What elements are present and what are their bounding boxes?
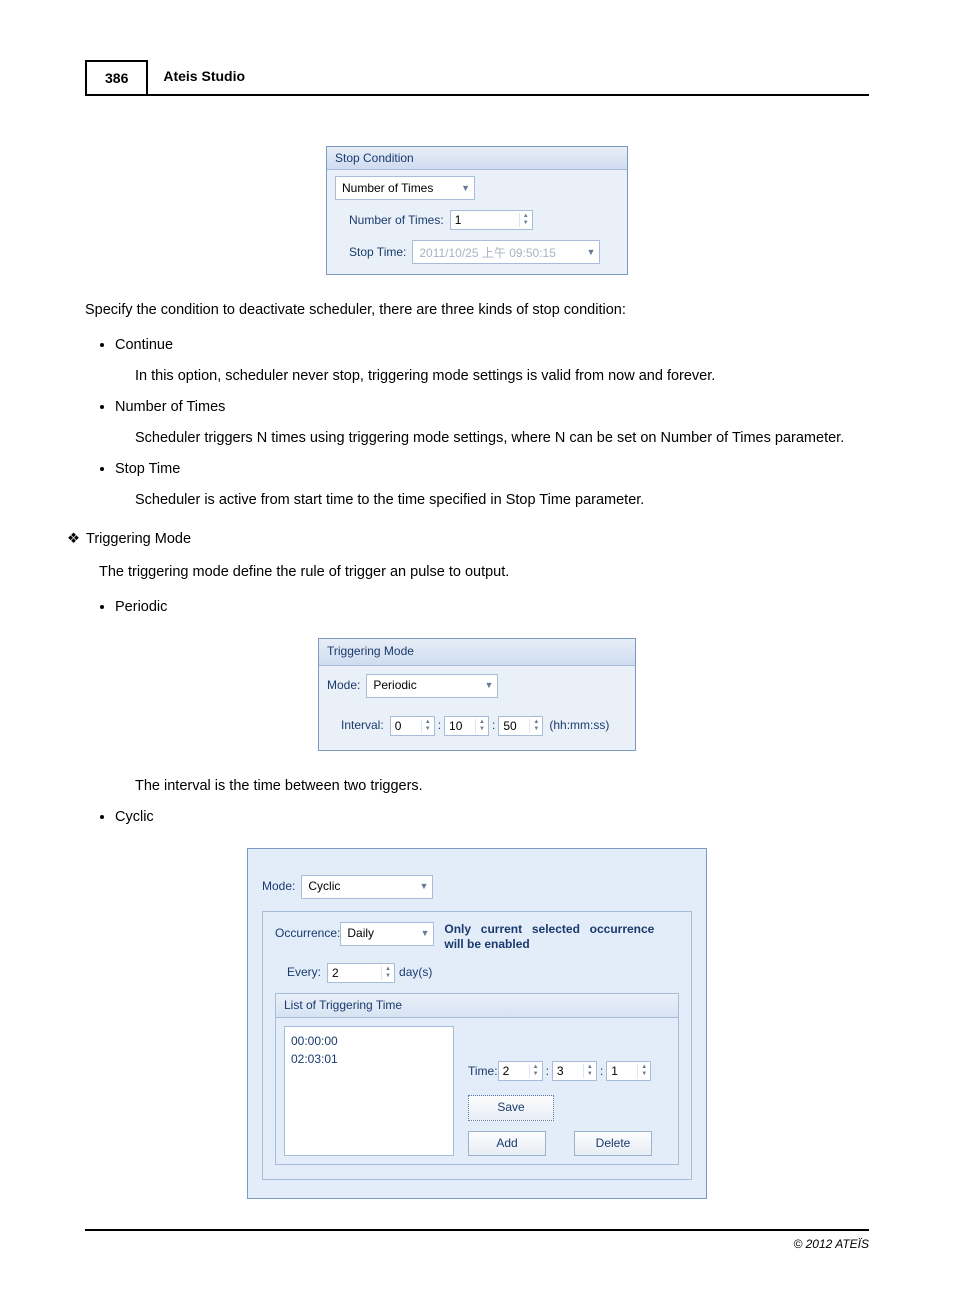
continue-desc: In this option, scheduler never stop, tr… [135, 366, 869, 387]
page-number: 386 [85, 60, 148, 94]
chevron-down-icon: ▼ [461, 183, 470, 193]
num-times-input[interactable] [451, 211, 519, 229]
stop-condition-dropdown[interactable]: Number of Times ▼ [335, 176, 475, 200]
interval-mm-spinner[interactable]: ▲▼ [444, 716, 489, 736]
list-title: List of Triggering Time [276, 994, 678, 1018]
time-label: Time: [468, 1063, 498, 1080]
dropdown-value: Number of Times [342, 181, 433, 195]
colon-separator: : [492, 717, 495, 734]
occurrence-note: Only current selected occurrence will be… [444, 922, 654, 953]
interval-unit: (hh:mm:ss) [549, 717, 609, 734]
numtimes-heading: Number of Times [115, 399, 225, 415]
every-label: Every: [287, 964, 321, 981]
cyclic-heading: Cyclic [115, 809, 154, 825]
stop-time-dropdown: 2011/10/25 上午 09:50:15 ▼ [412, 240, 600, 264]
triggering-mode-desc: The triggering mode define the rule of t… [99, 562, 869, 583]
interval-ss-input[interactable] [499, 717, 529, 735]
every-unit: day(s) [399, 964, 432, 981]
interval-hh-input[interactable] [391, 717, 421, 735]
spinner-buttons-icon[interactable]: ▲▼ [529, 1064, 542, 1078]
colon-separator: : [438, 717, 441, 734]
triggering-time-list[interactable]: 00:00:00 02:03:01 [284, 1026, 454, 1156]
every-spinner[interactable]: ▲▼ [327, 963, 395, 983]
mode-label: Mode: [327, 677, 360, 694]
chevron-down-icon: ▼ [419, 880, 428, 893]
cyclic-panel: Mode: Cyclic ▼ Occurrence: Daily ▼ [247, 848, 707, 1200]
diamond-icon: ❖ [67, 529, 80, 550]
spinner-buttons-icon[interactable]: ▲▼ [381, 966, 394, 980]
mode-value: Cyclic [308, 878, 340, 895]
panel-title: Stop Condition [327, 147, 627, 170]
numtimes-desc: Scheduler triggers N times using trigger… [135, 428, 869, 449]
interval-label: Interval: [341, 717, 384, 734]
spinner-buttons-icon[interactable]: ▲▼ [475, 719, 488, 733]
colon-separator: : [600, 1063, 603, 1080]
cyclic-mode-dropdown[interactable]: Cyclic ▼ [301, 875, 433, 899]
occurrence-value: Daily [347, 925, 374, 942]
occurrence-label: Occurrence: [275, 925, 340, 942]
spinner-buttons-icon[interactable]: ▲▼ [519, 213, 532, 227]
continue-heading: Continue [115, 337, 173, 353]
time-h-input[interactable] [499, 1062, 529, 1080]
page-footer: © 2012 ATEÏS [85, 1229, 869, 1251]
periodic-heading: Periodic [115, 599, 167, 615]
panel-title: Triggering Mode [319, 639, 635, 665]
time-s-input[interactable] [607, 1062, 637, 1080]
add-button[interactable]: Add [468, 1131, 546, 1156]
stop-condition-panel: Stop Condition Number of Times ▼ Number … [326, 146, 628, 275]
mode-dropdown[interactable]: Periodic ▼ [366, 674, 498, 698]
save-button[interactable]: Save [468, 1095, 554, 1120]
interval-hh-spinner[interactable]: ▲▼ [390, 716, 435, 736]
delete-button[interactable]: Delete [574, 1131, 652, 1156]
triggering-mode-panel: Triggering Mode Mode: Periodic ▼ Interva… [318, 638, 636, 750]
stop-time-value: 2011/10/25 上午 09:50:15 [419, 244, 556, 261]
chevron-down-icon: ▼ [586, 247, 595, 257]
mode-value: Periodic [373, 677, 416, 694]
stop-time-label: Stop Time: [349, 245, 406, 259]
every-input[interactable] [328, 964, 381, 982]
stoptime-desc: Scheduler is active from start time to t… [135, 490, 869, 511]
time-m-input[interactable] [553, 1062, 583, 1080]
list-item[interactable]: 02:03:01 [291, 1051, 447, 1068]
occurrence-dropdown[interactable]: Daily ▼ [340, 922, 434, 946]
interval-mm-input[interactable] [445, 717, 475, 735]
num-times-spinner[interactable]: ▲▼ [450, 210, 533, 230]
colon-separator: : [546, 1063, 549, 1080]
page-header: 386 Ateis Studio [85, 60, 869, 96]
spinner-buttons-icon[interactable]: ▲▼ [529, 719, 542, 733]
mode-label: Mode: [262, 878, 295, 895]
chevron-down-icon: ▼ [420, 927, 429, 940]
interval-ss-spinner[interactable]: ▲▼ [498, 716, 543, 736]
num-times-label: Number of Times: [349, 213, 444, 227]
header-title: Ateis Studio [148, 60, 260, 94]
time-s-spinner[interactable]: ▲▼ [606, 1061, 651, 1081]
stoptime-heading: Stop Time [115, 461, 180, 477]
chevron-down-icon: ▼ [484, 679, 493, 692]
triggering-mode-heading: Triggering Mode [86, 529, 191, 550]
spinner-buttons-icon[interactable]: ▲▼ [421, 719, 434, 733]
time-m-spinner[interactable]: ▲▼ [552, 1061, 597, 1081]
spinner-buttons-icon[interactable]: ▲▼ [637, 1064, 650, 1078]
time-h-spinner[interactable]: ▲▼ [498, 1061, 543, 1081]
interval-desc: The interval is the time between two tri… [135, 776, 869, 797]
list-item[interactable]: 00:00:00 [291, 1033, 447, 1050]
intro-text: Specify the condition to deactivate sche… [85, 300, 869, 321]
spinner-buttons-icon[interactable]: ▲▼ [583, 1064, 596, 1078]
